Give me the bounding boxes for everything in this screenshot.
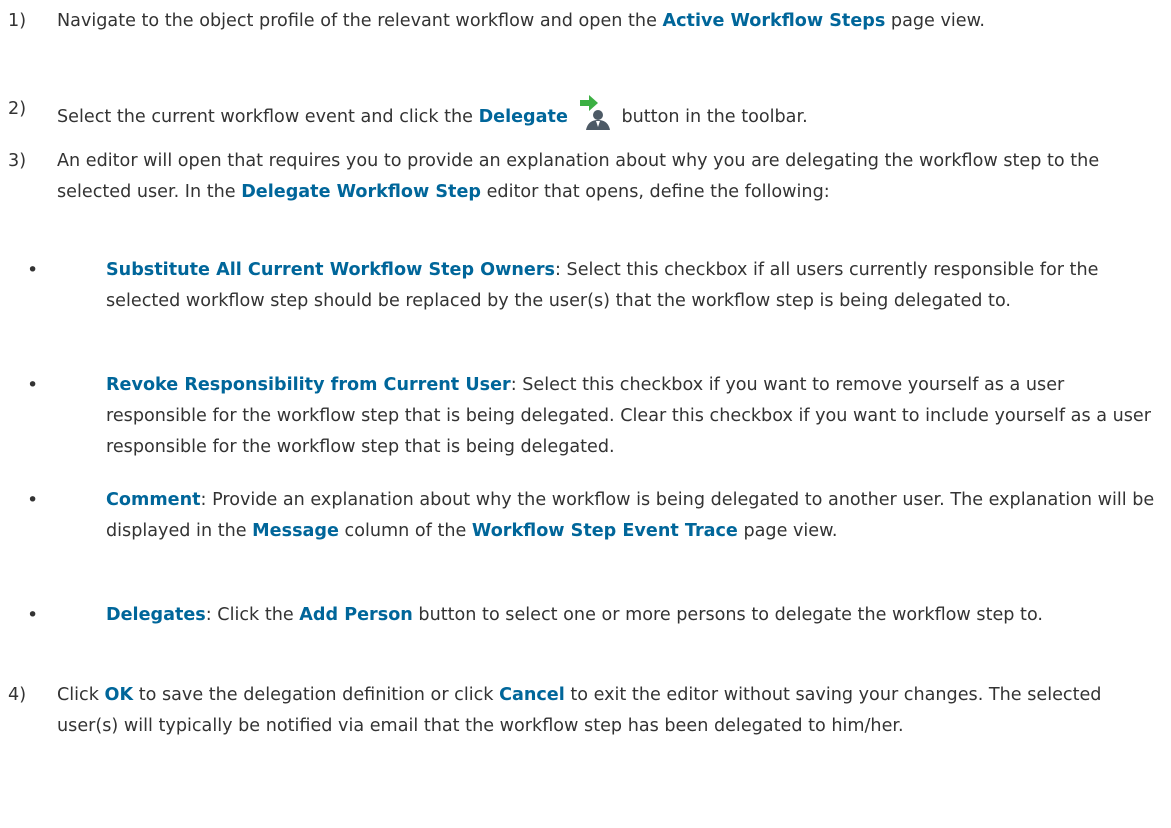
step-text: An editor will open that requires you to… xyxy=(57,151,1100,202)
step-number: 2) xyxy=(8,99,27,119)
emphasis-substitute-owners: Substitute All Current Workflow Step Own… xyxy=(106,260,555,280)
emphasis-delegates: Delegates xyxy=(106,605,206,625)
bullet-dot: • xyxy=(27,374,39,396)
emphasis-ok: OK xyxy=(104,685,134,705)
step-text: Click OK to save the delegation definiti… xyxy=(57,685,1102,736)
emphasis-revoke-responsibility: Revoke Responsibility from Current User xyxy=(106,375,511,395)
step-number: 4) xyxy=(8,685,27,705)
emphasis-message: Message xyxy=(252,521,339,541)
bullet-text: Revoke Responsibility from Current User:… xyxy=(106,375,1151,457)
step-number: 1) xyxy=(8,11,27,31)
document-page: 1) Navigate to the object profile of the… xyxy=(0,0,1171,828)
step-text: Navigate to the object profile of the re… xyxy=(57,11,985,31)
emphasis-event-trace: Workflow Step Event Trace xyxy=(471,521,738,541)
emphasis-delegate-workflow-step: Delegate Workflow Step xyxy=(241,182,481,202)
emphasis-active-workflow-steps: Active Workflow Steps xyxy=(662,11,886,31)
bullet-text: Delegates: Click the Add Person button t… xyxy=(106,605,1044,625)
step-number: 3) xyxy=(8,151,27,171)
emphasis-delegate: Delegate xyxy=(478,107,568,127)
delegate-icon xyxy=(576,94,612,130)
step-text: Select the current workflow event and cl… xyxy=(57,94,1147,133)
bullet-dot: • xyxy=(27,259,39,281)
bullet-text: Comment: Provide an explanation about wh… xyxy=(106,490,1155,541)
emphasis-add-person: Add Person xyxy=(299,605,413,625)
bullet-dot: • xyxy=(27,489,39,511)
bullet-dot: • xyxy=(27,604,39,626)
emphasis-comment: Comment xyxy=(106,490,201,510)
bullet-text: Substitute All Current Workflow Step Own… xyxy=(106,260,1099,311)
emphasis-cancel: Cancel xyxy=(499,685,565,705)
